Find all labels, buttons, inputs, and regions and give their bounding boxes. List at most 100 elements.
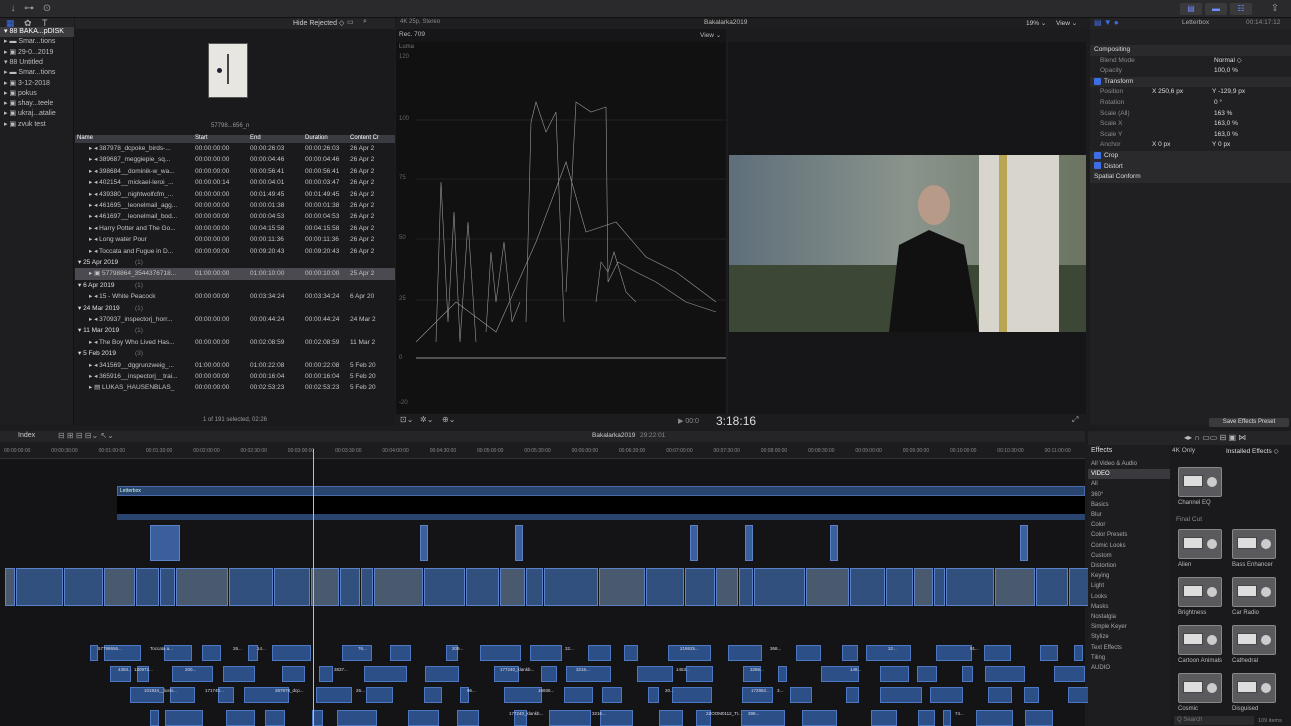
video-inspector-icon[interactable]: ▤ ▼ ● — [1094, 18, 1119, 27]
inspector-row[interactable]: Blend Mode Normal ◇ — [1090, 56, 1291, 67]
checkbox[interactable] — [1094, 151, 1101, 159]
primary-clip[interactable] — [311, 568, 339, 606]
letterbox-clip[interactable] — [117, 496, 1085, 514]
primary-clip[interactable] — [646, 568, 684, 606]
audio-clip[interactable] — [390, 645, 411, 661]
clip-appearance-icon[interactable]: ▭ — [347, 18, 354, 26]
audio-clip[interactable] — [150, 710, 159, 726]
audio-clip[interactable] — [424, 687, 442, 703]
audio-clip[interactable] — [549, 710, 591, 726]
audio-clip[interactable] — [272, 645, 311, 661]
audio-clip[interactable] — [602, 687, 622, 703]
audio-clip[interactable] — [541, 666, 557, 682]
library-item[interactable]: ▸ ▣ shay...teele — [4, 99, 53, 109]
date-group-row[interactable]: ▾ 11 Mar 2019 (1) — [75, 325, 395, 336]
table-row[interactable]: ▸ ◂ 341569__dggrunzweig_... 01:00:00:00 01… — [75, 360, 395, 371]
library-item[interactable]: ▸ ▣ zvuk test — [4, 120, 46, 130]
table-row[interactable]: ▸ ◂ Toccata and Fugue in D... 00:00:00:00… — [75, 246, 395, 257]
inspector-row[interactable]: Compositing — [1090, 45, 1291, 56]
audio-clip[interactable] — [1024, 687, 1039, 703]
audio-clip[interactable] — [962, 666, 973, 682]
inspector-x[interactable]: X 250,6 px — [1152, 87, 1183, 98]
scope-view-menu[interactable]: View ⌄ — [700, 31, 721, 39]
background-tasks-icon[interactable]: ⊙ — [40, 3, 54, 15]
effect-tile[interactable] — [1232, 673, 1276, 703]
date-group-row[interactable]: ▾ 5 Feb 2019 (3) — [75, 348, 395, 359]
audio-clip[interactable] — [282, 666, 305, 682]
primary-clip[interactable] — [374, 568, 423, 606]
checkbox[interactable] — [1094, 77, 1101, 85]
primary-clip[interactable] — [914, 568, 933, 606]
inspector-row[interactable]: Opacity 100,0 % — [1090, 66, 1291, 77]
primary-clip[interactable] — [995, 568, 1035, 606]
inspector-y[interactable]: Y -129,9 px — [1212, 87, 1245, 98]
effects-category[interactable]: All — [1091, 479, 1098, 489]
save-effects-preset-button[interactable]: Save Effects Preset — [1209, 418, 1289, 427]
audio-clip[interactable] — [265, 710, 285, 726]
connected-clip[interactable] — [690, 525, 698, 561]
checkbox[interactable] — [1094, 162, 1101, 170]
library-item[interactable]: ▸ ▣ 29-0...2019 — [4, 48, 53, 58]
timecode-display[interactable]: 3:18:16 — [716, 414, 756, 428]
effects-category[interactable]: All Video & Audio — [1091, 459, 1137, 469]
audio-clip[interactable] — [1054, 666, 1085, 682]
audio-clip[interactable] — [316, 687, 352, 703]
connected-clip[interactable] — [745, 525, 753, 561]
search-icon[interactable]: ⌕ — [363, 18, 367, 26]
primary-clip[interactable] — [685, 568, 715, 606]
effects-category[interactable]: Stylize — [1091, 632, 1109, 642]
primary-clip[interactable] — [16, 568, 63, 606]
timeline-ruler[interactable]: 00:00:00:00 00:00:30:00 00:01:00:00 00:01:3… — [0, 444, 1085, 459]
inspector-row[interactable]: Transform — [1090, 76, 1291, 88]
audio-clip[interactable] — [984, 645, 1011, 661]
primary-clip[interactable] — [274, 568, 310, 606]
primary-clip[interactable] — [599, 568, 645, 606]
timeline-toggle-button[interactable]: ▬ — [1205, 3, 1227, 15]
audio-clip[interactable] — [790, 687, 812, 703]
connected-clip[interactable] — [830, 525, 838, 561]
audio-clip[interactable] — [672, 687, 712, 703]
effect-tile[interactable] — [1178, 577, 1222, 607]
letterbox-title-bar[interactable]: Letterbox — [117, 486, 1085, 496]
audio-clip[interactable] — [846, 687, 859, 703]
effects-category[interactable]: Blur — [1091, 510, 1102, 520]
table-row[interactable]: ▸ ◂ 398684__dominik-w_wa... 00:00:00:00 00… — [75, 166, 395, 177]
primary-clip[interactable] — [886, 568, 913, 606]
audio-clip[interactable] — [504, 687, 542, 703]
table-row[interactable]: ▸ ◂ Long water Pour 00:00:00:00 00:00:11:3… — [75, 234, 395, 245]
effects-category[interactable]: Masks — [1091, 602, 1108, 612]
enhance-icon[interactable]: ✲⌄ — [420, 415, 433, 424]
audio-clip[interactable] — [917, 666, 937, 682]
audio-clip[interactable] — [624, 645, 638, 661]
table-row[interactable]: ▸ ◂ 15 - White Peacock 00:00:00:00 00:03:3… — [75, 291, 395, 302]
inspector-x[interactable]: X 0 px — [1152, 140, 1170, 151]
connected-clip[interactable] — [515, 525, 523, 561]
audio-clip[interactable] — [319, 666, 333, 682]
audio-clip[interactable] — [425, 666, 459, 682]
effect-tile[interactable] — [1178, 529, 1222, 559]
inspector-row[interactable]: Crop — [1090, 151, 1291, 162]
audio-clip[interactable] — [918, 710, 935, 726]
audio-clip[interactable] — [480, 645, 521, 661]
effects-category[interactable]: 360° — [1091, 490, 1103, 500]
column-header[interactable]: Content Cr — [350, 135, 379, 141]
audio-clip[interactable] — [796, 645, 821, 661]
audio-clip[interactable] — [648, 687, 659, 703]
table-row[interactable]: ▸ ▤ LUKAS_HAUSENBLAS_ 00:00:00:00 00:02:53… — [75, 382, 395, 393]
table-row[interactable]: ▸ ◂ 387978_dcpoke_birds-... 00:00:00:00 00… — [75, 143, 395, 154]
primary-clip[interactable] — [136, 568, 159, 606]
effects-category[interactable]: Looks — [1091, 592, 1107, 602]
import-icon[interactable]: ↓ — [6, 3, 20, 15]
table-row[interactable]: ▸ ◂ 402154__mickael-leroi_... 00:00:00:14… — [75, 177, 395, 188]
audio-clip[interactable] — [408, 710, 439, 726]
library-item[interactable]: ▸ ▣ 3-12-2018 — [4, 79, 50, 89]
effects-category[interactable]: Text Effects — [1091, 643, 1122, 653]
audio-clip[interactable] — [842, 645, 858, 661]
effects-category[interactable]: Comic Looks — [1091, 541, 1126, 551]
transform-icon[interactable]: ⊕⌄ — [442, 415, 455, 424]
inspector-value[interactable]: 163,0 % — [1214, 119, 1238, 130]
audio-clip[interactable] — [988, 687, 1012, 703]
connected-clip[interactable] — [420, 525, 428, 561]
scope-mode[interactable]: Rec. 709 — [399, 31, 425, 38]
inspector-value[interactable]: 100,0 % — [1214, 66, 1238, 77]
